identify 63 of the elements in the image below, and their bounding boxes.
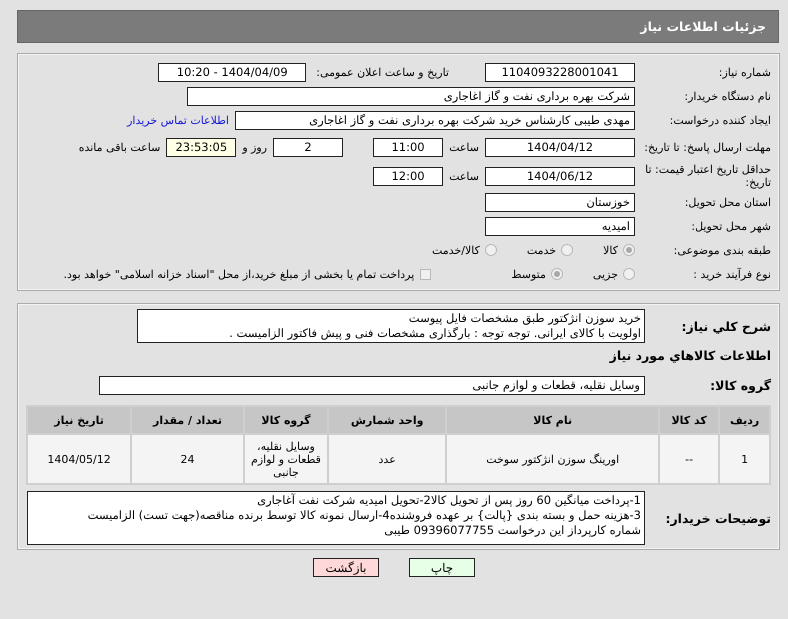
back-button[interactable]: بازگشت xyxy=(313,558,379,577)
radio-label: متوسط xyxy=(511,268,546,280)
remaining-time-field: 23:53:05 xyxy=(166,138,236,156)
field-label: نام دستگاه خریدار: xyxy=(683,90,771,102)
date-field: 1404/06/12 xyxy=(485,166,635,186)
table-cell: 1404/05/12 xyxy=(28,435,130,483)
field-label: تاریخ و ساعت اعلان عمومی: xyxy=(316,66,449,78)
need-number-field: 1104093228001041 xyxy=(485,62,635,82)
field-label: شهر محل تحویل: xyxy=(690,220,771,232)
radio-button[interactable] xyxy=(623,268,635,280)
announce-date-field: 1404/04/09 - 10:20 xyxy=(158,62,306,82)
field-label: ساعت xyxy=(449,170,479,182)
field-label: استان محل تحویل: xyxy=(684,196,771,208)
field-label: ساعت xyxy=(449,140,479,154)
checkbox[interactable] xyxy=(420,268,432,280)
column-header: ردیف xyxy=(720,407,769,433)
radio-button[interactable] xyxy=(484,244,497,256)
goods-group-field: وسایل نقلیه، قطعات و لوازم جانبی xyxy=(99,376,645,394)
field-label: شرح کلي نياز: xyxy=(680,318,771,334)
time-field: 12:00 xyxy=(373,166,444,186)
page-title-bar: جزئیات اطلاعات نیاز xyxy=(17,10,779,43)
buyer-notes-textarea[interactable]: 1-پرداخت میانگین 60 روز پس از تحویل کالا2-تحویل امیدیه شرکت نفت آغاجاری 3-هزینه حمل و بسته بندی {پالت} بر عهده فروشنده4-ارسال نمونه کالا توسط برنده مناقصه(جهت تست) الزامیست شماره کارپرداز این درخواست 09396077755 طیبی xyxy=(27,491,645,545)
print-button[interactable]: چاپ xyxy=(409,558,475,577)
radio-label: کالا/خدمت xyxy=(432,244,480,256)
table-cell: عدد xyxy=(328,435,446,483)
section-title: اطلاعات کالاهاي مورد نياز xyxy=(610,348,771,362)
column-header: تاریخ نیاز xyxy=(28,407,130,433)
field-label: شماره نیاز: xyxy=(718,66,771,78)
column-header: گروه کالا xyxy=(244,407,327,433)
field-label: نوع فرآیند خرید : xyxy=(692,268,771,280)
city-field: امیدیه xyxy=(485,216,635,236)
radio-button[interactable] xyxy=(623,244,635,256)
radio-label: جزیی xyxy=(592,268,618,280)
radio-label: خدمت xyxy=(526,244,556,256)
table-cell: 24 xyxy=(132,435,243,483)
radio-label: کالا xyxy=(603,244,618,256)
time-field: 11:00 xyxy=(373,138,444,156)
column-header: کد کالا xyxy=(660,407,718,433)
date-field: 1404/04/12 xyxy=(485,138,635,156)
column-header: نام کالا xyxy=(447,407,658,433)
table-cell: 1 xyxy=(720,435,769,483)
radio-button[interactable] xyxy=(550,268,563,280)
field-label: مهلت ارسال پاسخ: تا تاریخ: xyxy=(643,140,771,154)
column-header: واحد شمارش xyxy=(328,407,446,433)
buyer-field: شرکت بهره برداری نفت و گاز اغاجاری xyxy=(187,86,635,106)
field-label: ساعت باقی مانده xyxy=(78,140,160,154)
column-header: تعداد / مقدار xyxy=(132,407,243,433)
field-label: ایجاد کننده درخواست: xyxy=(668,114,771,126)
field-label: طبقه بندی موضوعی: xyxy=(672,244,771,256)
table-cell: وسایل نقلیه، قطعات و لوازم جانبی xyxy=(244,435,327,483)
days-field: 2 xyxy=(273,138,344,156)
field-label: حداقل تاریخ اعتبار قیمت: تا تاریخ: xyxy=(644,163,771,189)
description-textarea[interactable]: خرید سوزن انژکتور طبق مشخصات فایل پیوست اولویت با کالای ایرانی. توجه توجه : بارگذاری مشخصات فنی و پیش فاکتور الزامیست . xyxy=(137,309,645,343)
field-label: توضیحات خریدار: xyxy=(664,510,771,526)
province-field: خوزستان xyxy=(485,192,635,212)
table-cell: اورینگ سوزن انژکتور سوخت xyxy=(447,435,658,483)
checkbox-label: پرداخت تمام یا بخشی از مبلغ خرید،از محل "اسناد خزانه اسلامی" خواهد بود. xyxy=(64,268,414,280)
buyer-contact-link[interactable]: اطلاعات تماس خریدار xyxy=(127,114,229,126)
field-label: گروه کالا: xyxy=(709,378,771,392)
creator-field: مهدی طیبی کارشناس خرید شرکت بهره برداری نفت و گاز اغاجاری xyxy=(235,110,635,130)
field-label: روز و xyxy=(242,140,268,154)
table-cell: -- xyxy=(660,435,718,483)
radio-button[interactable] xyxy=(561,244,574,256)
